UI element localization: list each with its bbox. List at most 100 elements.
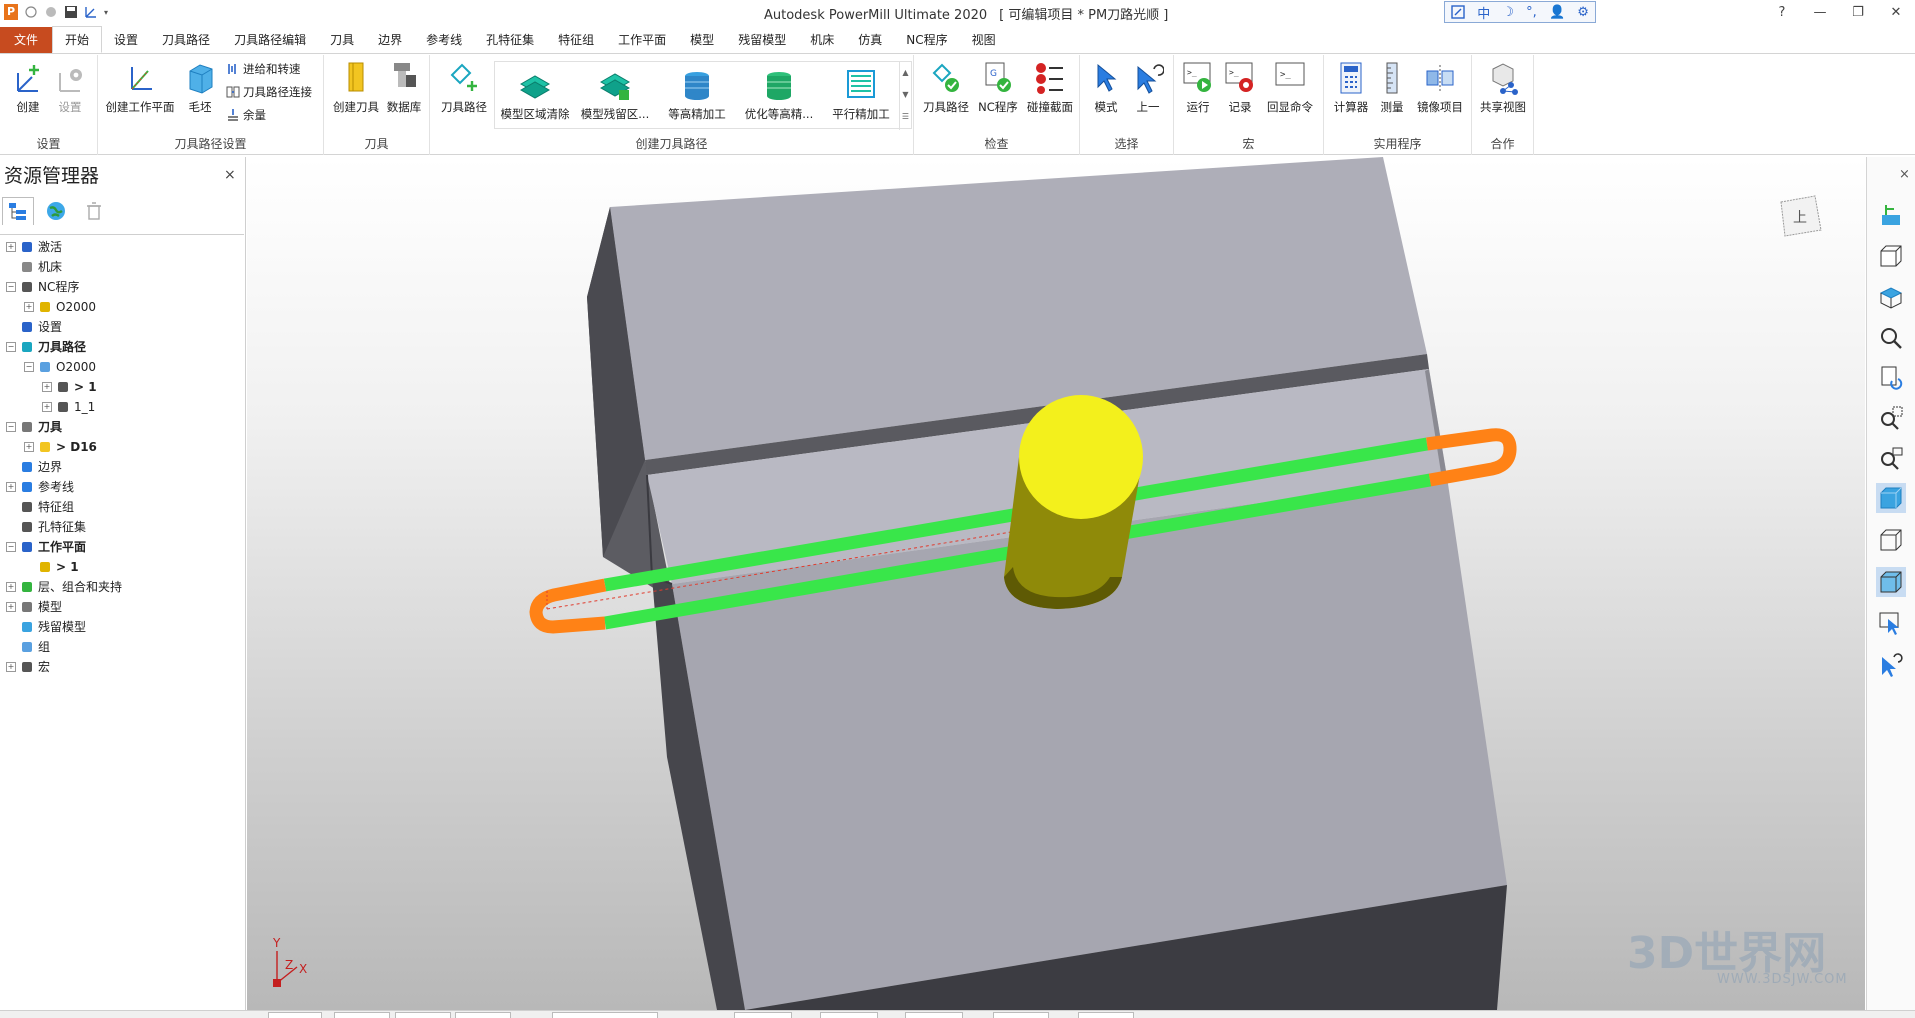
tab-workplane[interactable]: 工作平面 <box>606 27 678 53</box>
tab-file[interactable]: 文件 <box>0 27 53 53</box>
graphics-viewport[interactable]: Y Z X 上 3D世界网 WWW.3DSJW.COM <box>247 157 1865 1010</box>
select-mode-button[interactable]: 模式 <box>1086 61 1126 115</box>
tree-node[interactable]: > 1 <box>0 557 244 577</box>
tree-node[interactable]: − 刀具 <box>0 417 244 437</box>
explorer-web-tab[interactable] <box>40 197 72 225</box>
tree-node[interactable]: +1_1 <box>0 397 244 417</box>
tab-stock-model[interactable]: 残留模型 <box>726 27 798 53</box>
save-icon[interactable] <box>64 5 78 19</box>
collision-section-button[interactable]: 碰撞截面 <box>1024 61 1076 115</box>
status-field-9[interactable] <box>993 1012 1049 1018</box>
calculator-button[interactable]: 计算器 <box>1330 61 1372 115</box>
open-icon[interactable] <box>44 5 58 19</box>
feeds-speeds-button[interactable]: 进给和转速 <box>226 61 301 77</box>
undo-select-button[interactable] <box>1876 649 1906 679</box>
optimized-constant-z-button[interactable]: 优化等高精... <box>739 68 819 122</box>
zoom-button[interactable] <box>1876 323 1906 353</box>
tree-node[interactable]: + 激活 <box>0 237 244 257</box>
ime-punct-icon[interactable]: °, <box>1526 5 1537 20</box>
mirror-item-button[interactable]: 镜像项目 <box>1412 61 1468 115</box>
thickness-button[interactable]: 余量 <box>226 107 266 123</box>
measure-button[interactable]: 测量 <box>1374 61 1410 115</box>
select-previous-button[interactable]: 上一 <box>1128 61 1168 115</box>
3d-scene[interactable]: Y Z X <box>247 157 1865 1010</box>
ime-settings-icon[interactable]: ⚙ <box>1577 5 1589 20</box>
expand-icon[interactable]: + <box>42 402 52 412</box>
toolpath-button[interactable]: 刀具路径 <box>438 61 490 115</box>
view-toolbar-close-button[interactable]: × <box>1899 167 1910 182</box>
gallery-up-icon[interactable]: ▲ <box>900 62 911 84</box>
tree-node[interactable]: 残留模型 <box>0 617 244 637</box>
expand-icon[interactable]: + <box>6 582 16 592</box>
tab-toolpath-edit[interactable]: 刀具路径编辑 <box>222 27 318 53</box>
ime-toolbar[interactable]: 中 ☽ °, 👤 ⚙ <box>1444 1 1596 23</box>
status-field-4[interactable] <box>455 1012 511 1018</box>
tree-node[interactable]: 设置 <box>0 317 244 337</box>
collapse-icon[interactable]: − <box>6 342 16 352</box>
collapse-icon[interactable]: − <box>24 362 34 372</box>
tab-boundary[interactable]: 边界 <box>366 27 414 53</box>
status-field-2[interactable] <box>334 1012 390 1018</box>
settings-button[interactable]: 设置 <box>50 61 90 115</box>
collapse-icon[interactable]: − <box>6 422 16 432</box>
create-tool-button[interactable]: 创建刀具 <box>332 61 380 115</box>
refresh-view-button[interactable] <box>1876 363 1906 393</box>
expand-icon[interactable]: + <box>6 242 16 252</box>
tree-node[interactable]: − 工作平面 <box>0 537 244 557</box>
tab-hole-feature[interactable]: 孔特征集 <box>474 27 546 53</box>
gallery-down-icon[interactable]: ▼ <box>900 84 911 106</box>
status-field-5[interactable] <box>552 1012 658 1018</box>
qat-dropdown-icon[interactable]: ▾ <box>104 8 108 17</box>
expand-icon[interactable]: + <box>6 662 16 672</box>
status-field-7[interactable] <box>820 1012 878 1018</box>
expand-icon[interactable]: + <box>24 302 34 312</box>
help-button[interactable]: ? <box>1763 5 1801 20</box>
tab-toolpaths[interactable]: 刀具路径 <box>150 27 222 53</box>
status-field-10[interactable] <box>1078 1012 1134 1018</box>
ime-switch-icon[interactable] <box>1451 5 1465 19</box>
tree-node[interactable]: + > D16 <box>0 437 244 457</box>
database-button[interactable]: 数据库 <box>384 61 424 115</box>
share-view-button[interactable]: 共享视图 <box>1478 61 1528 115</box>
explorer-tree-tab[interactable] <box>2 197 34 225</box>
tree-node[interactable]: 特征组 <box>0 497 244 517</box>
block-button[interactable]: 毛坯 <box>180 61 220 115</box>
tab-pattern[interactable]: 参考线 <box>414 27 474 53</box>
tree-node[interactable]: + 参考线 <box>0 477 244 497</box>
macro-record-button[interactable]: >_ 记录 <box>1220 61 1260 115</box>
tree-node[interactable]: 机床 <box>0 257 244 277</box>
toolpath-connections-button[interactable]: 刀具路径连接 <box>226 84 312 100</box>
status-field-8[interactable] <box>905 1012 963 1018</box>
close-button[interactable]: ✕ <box>1877 5 1915 20</box>
tree-node[interactable]: + 宏 <box>0 657 244 677</box>
tab-feature-group[interactable]: 特征组 <box>546 27 606 53</box>
tree-node[interactable]: + 模型 <box>0 597 244 617</box>
collapse-icon[interactable]: − <box>6 542 16 552</box>
macro-run-button[interactable]: >_ 运行 <box>1178 61 1218 115</box>
explorer-close-button[interactable]: × <box>224 167 236 183</box>
tree-node[interactable]: + 层、组合和夹持 <box>0 577 244 597</box>
tab-setup[interactable]: 设置 <box>102 27 150 53</box>
explorer-recycle-tab[interactable] <box>78 197 110 225</box>
tab-home[interactable]: 开始 <box>52 26 103 53</box>
ime-moon-icon[interactable]: ☽ <box>1502 5 1514 20</box>
app-logo-icon[interactable]: P <box>4 4 18 20</box>
tab-simulation[interactable]: 仿真 <box>846 27 894 53</box>
wireframe-view-button[interactable] <box>1876 525 1906 555</box>
verify-nc-program-button[interactable]: G NC程序 <box>974 61 1022 115</box>
raster-finishing-button[interactable]: 平行精加工 <box>823 68 899 122</box>
toolpath-orange-end-left[interactable] <box>529 578 607 634</box>
restore-button[interactable]: ❐ <box>1839 5 1877 20</box>
zoom-box-button[interactable] <box>1876 403 1906 433</box>
tree-node[interactable]: + O2000 <box>0 297 244 317</box>
expand-icon[interactable]: + <box>6 482 16 492</box>
zoom-fit-button[interactable] <box>1876 443 1906 473</box>
status-field-3[interactable] <box>395 1012 451 1018</box>
model-area-clearance-button[interactable]: 模型区域清除 <box>497 68 573 122</box>
create-workplane-button[interactable]: 创建工作平面 <box>104 61 176 115</box>
ime-chinese[interactable]: 中 <box>1477 3 1490 22</box>
view-iso-button[interactable] <box>1876 241 1906 271</box>
tab-model[interactable]: 模型 <box>678 27 726 53</box>
tool-top[interactable] <box>1019 395 1143 519</box>
view-workplane-button[interactable] <box>1876 199 1906 229</box>
